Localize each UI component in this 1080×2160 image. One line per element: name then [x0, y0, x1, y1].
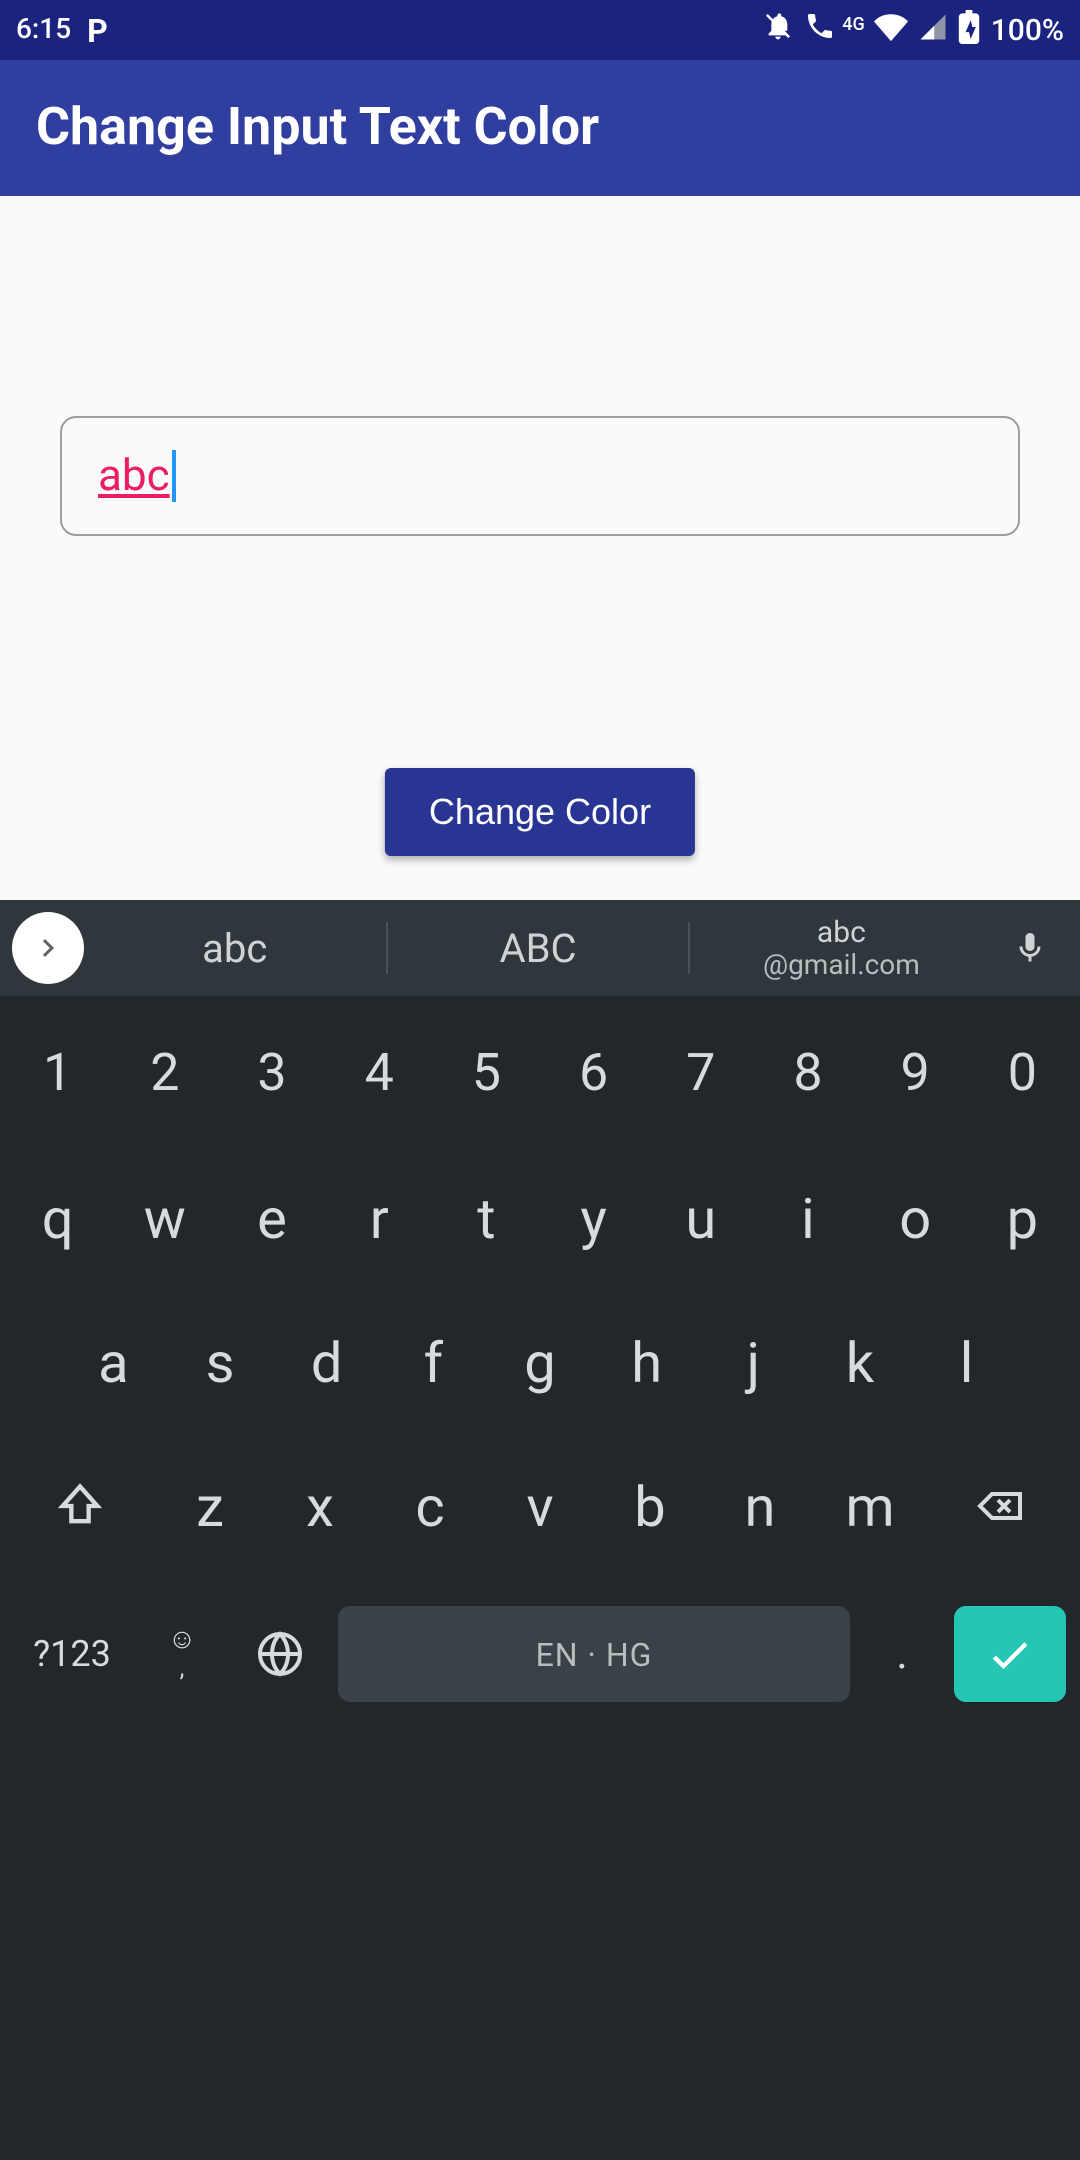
key-p[interactable]: p — [973, 1152, 1072, 1284]
key-c[interactable]: c — [379, 1440, 481, 1572]
key-u[interactable]: u — [651, 1152, 750, 1284]
signal-icon — [919, 11, 949, 49]
key-h[interactable]: h — [597, 1296, 696, 1428]
change-color-button[interactable]: Change Color — [385, 768, 695, 856]
page-title: Change Input Text Color — [36, 98, 599, 158]
key-d[interactable]: d — [277, 1296, 376, 1428]
symbols-key[interactable]: ?123 — [14, 1606, 130, 1702]
key-8[interactable]: 8 — [758, 1008, 857, 1140]
key-7[interactable]: 7 — [651, 1008, 750, 1140]
language-key[interactable] — [234, 1606, 326, 1702]
key-t[interactable]: t — [437, 1152, 536, 1284]
key-z[interactable]: z — [159, 1440, 261, 1572]
key-v[interactable]: v — [489, 1440, 591, 1572]
period-key[interactable]: . — [862, 1606, 942, 1702]
battery-percent: 100% — [991, 12, 1064, 48]
shift-key[interactable] — [8, 1440, 151, 1572]
key-row-2: asdfghjkl — [4, 1296, 1076, 1428]
emoji-icon: ☺ — [168, 1626, 197, 1654]
key-1[interactable]: 1 — [8, 1008, 107, 1140]
change-color-label: Change Color — [429, 791, 651, 833]
expand-suggestions-button[interactable] — [12, 912, 84, 984]
key-j[interactable]: j — [704, 1296, 803, 1428]
key-b[interactable]: b — [599, 1440, 701, 1572]
input-value: abc — [98, 451, 170, 501]
content-area: abc Change Color — [0, 196, 1080, 900]
key-y[interactable]: y — [544, 1152, 643, 1284]
key-m[interactable]: m — [819, 1440, 921, 1572]
key-5[interactable]: 5 — [437, 1008, 536, 1140]
key-0[interactable]: 0 — [973, 1008, 1072, 1140]
key-a[interactable]: a — [64, 1296, 163, 1428]
enter-key[interactable] — [954, 1606, 1066, 1702]
key-row-numbers: 1234567890 — [4, 1008, 1076, 1140]
pandora-icon: P — [87, 11, 108, 49]
wifi-icon — [875, 9, 909, 51]
key-row-bottom: ?123 ☺ , EN · HG . — [0, 1596, 1080, 1728]
key-x[interactable]: x — [269, 1440, 371, 1572]
backspace-key[interactable] — [929, 1440, 1072, 1572]
soft-keyboard: abc ABC abc @gmail.com 1234567890 qwerty… — [0, 900, 1080, 2160]
suggestion-2[interactable]: ABC — [387, 924, 688, 972]
key-l[interactable]: l — [917, 1296, 1016, 1428]
text-input[interactable]: abc — [60, 416, 1020, 536]
do-not-disturb-icon — [761, 10, 793, 50]
status-time: 6:15 — [16, 14, 71, 46]
app-bar: Change Input Text Color — [0, 60, 1080, 196]
suggestion-bar: abc ABC abc @gmail.com — [0, 900, 1080, 996]
suggestion-1[interactable]: abc — [84, 924, 385, 972]
emoji-key[interactable]: ☺ , — [142, 1606, 222, 1702]
key-s[interactable]: s — [171, 1296, 270, 1428]
suggestion-3[interactable]: abc @gmail.com — [691, 917, 992, 979]
key-e[interactable]: e — [222, 1152, 321, 1284]
key-row-1: qwertyuiop — [4, 1152, 1076, 1284]
key-2[interactable]: 2 — [115, 1008, 214, 1140]
key-9[interactable]: 9 — [866, 1008, 965, 1140]
key-k[interactable]: k — [811, 1296, 910, 1428]
space-key[interactable]: EN · HG — [338, 1606, 850, 1702]
key-i[interactable]: i — [758, 1152, 857, 1284]
battery-charging-icon — [959, 9, 981, 51]
key-r[interactable]: r — [330, 1152, 429, 1284]
key-g[interactable]: g — [491, 1296, 590, 1428]
key-f[interactable]: f — [384, 1296, 483, 1428]
key-4[interactable]: 4 — [330, 1008, 429, 1140]
key-3[interactable]: 3 — [222, 1008, 321, 1140]
key-n[interactable]: n — [709, 1440, 811, 1572]
status-bar: 6:15 P 4G 100% — [0, 0, 1080, 60]
key-6[interactable]: 6 — [544, 1008, 643, 1140]
key-row-3: zxcvbnm — [4, 1440, 1076, 1572]
key-q[interactable]: q — [8, 1152, 107, 1284]
key-w[interactable]: w — [115, 1152, 214, 1284]
key-o[interactable]: o — [866, 1152, 965, 1284]
text-caret — [172, 450, 176, 502]
call-4g-icon: 4G — [803, 10, 864, 50]
voice-input-button[interactable] — [992, 926, 1068, 970]
